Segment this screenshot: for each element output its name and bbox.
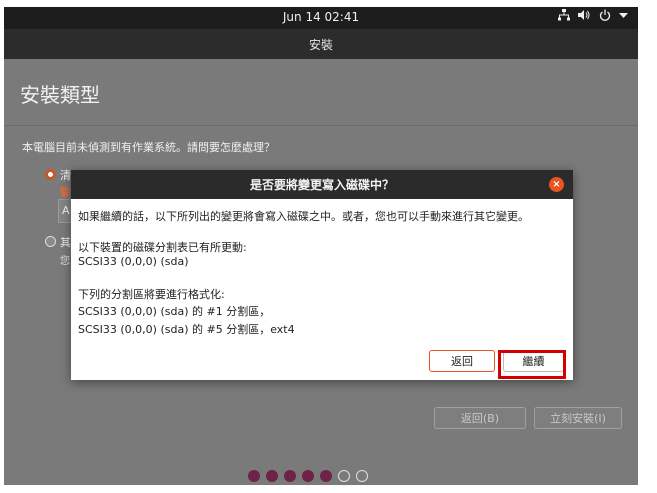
erase-disk-label: 清 bbox=[60, 169, 71, 182]
format-heading: 下列的分割區將要進行格式化: bbox=[78, 288, 225, 301]
progress-dot bbox=[266, 470, 278, 482]
format-item: SCSI33 (0,0,0) (sda) 的 #5 分割區，ext4 bbox=[78, 323, 295, 336]
something-else-label: 其 bbox=[60, 236, 71, 249]
progress-dot bbox=[302, 470, 314, 482]
progress-dot bbox=[356, 470, 368, 482]
question-text: 本電腦目前未偵測到有作業系統。請問要怎麼處理？ bbox=[22, 141, 275, 154]
dialog-intro: 如果繼續的話，以下所列出的變更將會寫入磁碟之中。或者，您也可以手動來進行其它變更… bbox=[78, 210, 529, 223]
format-item: SCSI33 (0,0,0) (sda) 的 #1 分割區， bbox=[78, 305, 271, 318]
erase-disk-radio[interactable] bbox=[45, 169, 56, 180]
progress-dot bbox=[248, 470, 260, 482]
erase-warning-text: 警 bbox=[60, 188, 70, 199]
progress-dot bbox=[338, 470, 350, 482]
window-titlebar: 安裝 bbox=[4, 29, 638, 59]
network-icon[interactable] bbox=[558, 9, 570, 24]
divider bbox=[4, 125, 638, 126]
progress-dot bbox=[284, 470, 296, 482]
continue-button-highlight bbox=[498, 350, 566, 379]
top-panel: Jun 14 02:41 bbox=[4, 7, 638, 29]
dropdown-arrow-icon[interactable] bbox=[619, 9, 628, 24]
progress-dots bbox=[248, 470, 368, 482]
close-icon[interactable]: × bbox=[549, 177, 564, 192]
dialog-header: 是否要將變更寫入磁碟中？ × bbox=[71, 170, 573, 199]
dialog-title: 是否要將變更寫入磁碟中？ bbox=[249, 178, 394, 192]
partition-table-heading: 以下裝置的磁碟分割表已有所更動: bbox=[78, 241, 247, 254]
progress-dot bbox=[320, 470, 332, 482]
clock[interactable]: Jun 14 02:41 bbox=[4, 10, 638, 24]
power-icon[interactable] bbox=[599, 9, 611, 24]
system-tray[interactable] bbox=[558, 9, 628, 24]
back-button-bg[interactable]: 返回(B) bbox=[434, 407, 526, 429]
install-now-button[interactable]: 立刻安裝(I) bbox=[534, 407, 622, 429]
volume-icon[interactable] bbox=[578, 9, 591, 24]
something-else-radio[interactable] bbox=[45, 236, 56, 247]
partition-table-device: SCSI33 (0,0,0) (sda) bbox=[78, 255, 189, 268]
window-title: 安裝 bbox=[308, 37, 333, 52]
dialog-back-button[interactable]: 返回 bbox=[429, 350, 495, 372]
write-changes-dialog: 是否要將變更寫入磁碟中？ × 如果繼續的話，以下所列出的變更將會寫入磁碟之中。或… bbox=[71, 170, 573, 380]
something-else-description: 您 bbox=[60, 256, 70, 267]
page-title: 安裝類型 bbox=[20, 83, 100, 107]
